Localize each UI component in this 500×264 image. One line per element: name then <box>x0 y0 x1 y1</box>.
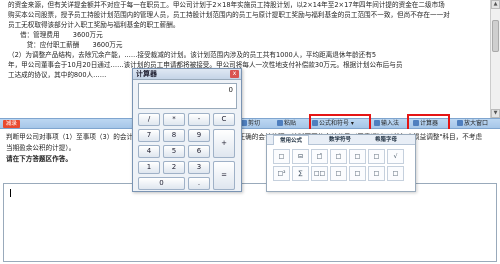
answer-question-line: 判断甲公司对事项（1）至事项（3）的会计处理是否正确，并说明理由；对于不正确的会… <box>6 133 483 141</box>
text-caret <box>10 189 11 197</box>
question-line: 工达成的协议，其中的800人…… <box>8 71 107 79</box>
question-scrollbar[interactable]: ▲ ▼ <box>490 0 500 118</box>
formula-template-icon[interactable]: □² <box>273 166 290 181</box>
formula-template-icon[interactable]: □ <box>273 149 290 164</box>
calc-key-5[interactable]: 5 <box>163 145 185 158</box>
tab-common-formulas[interactable]: 常用公式 <box>273 135 310 145</box>
cut-button[interactable]: 剪切 <box>241 120 260 128</box>
question-line: 的资金来源，但有关详提金额并不对应于每一在职员工。甲公司计划于2×18年实施员工… <box>8 1 445 9</box>
calc-key-equals[interactable]: = <box>213 161 235 190</box>
formula-tabs: 常用公式 数学符号 希腊字母 <box>267 135 415 145</box>
formula-template-icon[interactable]: ∑ <box>292 166 309 181</box>
calc-key-9[interactable]: 9 <box>188 129 210 142</box>
tab-greek-letters[interactable]: 希腊字母 <box>375 135 397 145</box>
formula-template-icon[interactable]: □□ <box>311 166 328 181</box>
input-method-button[interactable]: 输入法 <box>374 120 399 128</box>
calc-key-dot[interactable]: . <box>188 177 210 190</box>
paste-button[interactable]: 粘贴 <box>277 120 296 128</box>
scroll-thumb[interactable] <box>492 20 499 52</box>
calc-key-7[interactable]: 7 <box>138 129 160 142</box>
formula-template-icon[interactable]: ⊟ <box>292 149 309 164</box>
calc-key-8[interactable]: 8 <box>163 129 185 142</box>
formula-template-icon[interactable]: □ <box>368 149 385 164</box>
answer-instructions: 判断甲公司对事项（1）至事项（3）的会计处理是否正确，并说明理由；对于不正确的会… <box>0 129 500 183</box>
keyboard-icon <box>374 120 380 126</box>
calc-key-clear[interactable]: C <box>213 113 235 126</box>
calc-key-plus[interactable]: + <box>213 129 235 158</box>
paste-icon <box>277 120 283 126</box>
calc-key-0[interactable]: 0 <box>138 177 185 190</box>
tab-math-symbols[interactable]: 数学符号 <box>329 135 351 145</box>
formula-template-icon[interactable]: √ <box>387 149 404 164</box>
calc-key-6[interactable]: 6 <box>188 145 210 158</box>
question-line: 员工无权取得该部分计入职工奖励与福利基金的职工薪酬。 <box>8 21 180 29</box>
formula-symbol-panel: 常用公式 数学符号 希腊字母 □ ⊟ □̄ □̇ □ □ √ □² ∑ □□ □… <box>266 134 416 192</box>
calculator-display: 0 <box>138 83 237 109</box>
calc-key-divide[interactable]: / <box>138 113 160 126</box>
formula-template-icon[interactable]: □ <box>349 149 366 164</box>
answer-question-line: 当期盈余公积的计提）。 <box>6 144 76 152</box>
formula-template-icon[interactable]: □ <box>330 166 347 181</box>
formula-template-icon[interactable]: □ <box>349 166 366 181</box>
formula-template-icon[interactable]: □ <box>387 166 404 181</box>
calculator-close-icon[interactable]: x <box>230 70 239 78</box>
calculator-title[interactable]: 计算器 <box>133 69 241 80</box>
formula-template-icon[interactable]: □̄ <box>311 149 328 164</box>
formula-template-icon[interactable]: □̇ <box>330 149 347 164</box>
enlarge-icon <box>457 120 463 126</box>
formula-grid: □ ⊟ □̄ □̇ □ □ √ □² ∑ □□ □ □ □ □ <box>273 149 404 181</box>
formula-template-icon[interactable]: □ <box>368 166 385 181</box>
calc-key-multiply[interactable]: * <box>163 113 185 126</box>
question-line: （2）为调整产品结构，去除冗余产能，……接受裁减的计划。该计划范围内涉及的员工共… <box>8 51 377 59</box>
question-line: 借：管理费用 3600万元 <box>20 31 103 39</box>
answer-prompt: 请在下方答题区作答。 <box>6 155 72 163</box>
calc-key-minus[interactable]: - <box>188 113 210 126</box>
question-line: 购买本公司股票，授予员工持股计划范围内的管理人员，员工持股计划范围内的员工与原计… <box>8 11 450 19</box>
calc-key-1[interactable]: 1 <box>138 161 160 174</box>
calc-key-4[interactable]: 4 <box>138 145 160 158</box>
question-line: 年，甲公司董事会于10月20日通过……该计划的员工申请都将被接受。甲公司将每人一… <box>8 61 403 69</box>
toolbar-title: 减录 <box>3 120 21 128</box>
answer-textarea[interactable] <box>3 183 497 262</box>
question-line: 贷：应付职工薪酬 3600万元 <box>20 41 123 49</box>
calc-key-3[interactable]: 3 <box>188 161 210 174</box>
question-text-area: 的资金来源，但有关详提金额并不对应于每一在职员工。甲公司计划于2×18年实施员工… <box>0 0 488 118</box>
scroll-up-icon[interactable]: ▲ <box>491 0 500 9</box>
calculator-window: 计算器 x 0 / * - C 7 8 9 + 4 5 6 1 2 3 = 0 … <box>132 68 242 192</box>
scroll-down-icon[interactable]: ▼ <box>491 109 500 118</box>
enlarge-window-button[interactable]: 放大窗口 <box>457 120 488 128</box>
calculator-keypad: / * - C 7 8 9 + 4 5 6 1 2 3 = 0 . <box>138 113 237 190</box>
calc-key-2[interactable]: 2 <box>163 161 185 174</box>
